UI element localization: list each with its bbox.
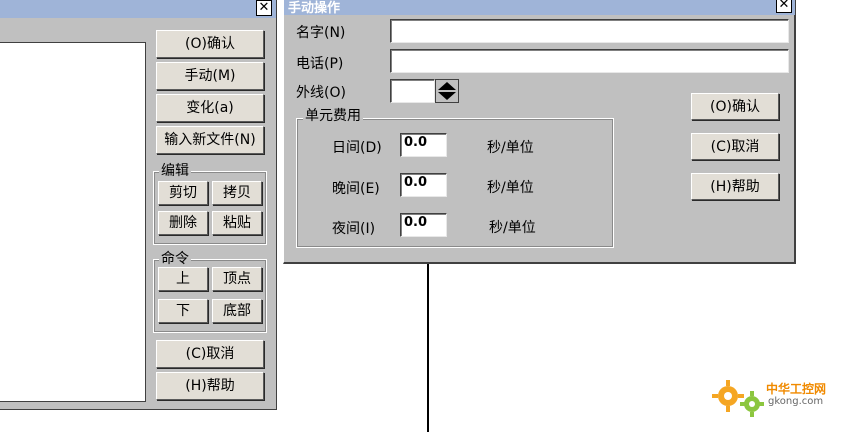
night-unit-label: 秒/单位 xyxy=(489,220,536,236)
manual-button[interactable]: 手动(M) xyxy=(156,62,264,90)
change-button[interactable]: 变化(a) xyxy=(156,94,264,122)
command-group-label: 命令 xyxy=(159,251,191,267)
up-button[interactable]: 上 xyxy=(158,267,208,291)
delete-button[interactable]: 删除 xyxy=(158,211,208,235)
night-rate-input[interactable]: 0.0 xyxy=(400,213,447,237)
day-unit-label: 秒/单位 xyxy=(487,140,534,156)
manual-dialog: 手动操作 ✕ 名字(N) 电话(P) 外线(O) 单元费用 日间(D) 0.0 … xyxy=(283,0,796,264)
copy-button[interactable]: 拷贝 xyxy=(212,181,262,205)
evening-rate-input[interactable]: 0.0 xyxy=(400,173,447,197)
day-rate-input[interactable]: 0.0 xyxy=(400,133,447,157)
outline-input[interactable] xyxy=(390,79,435,103)
close-icon[interactable]: ✕ xyxy=(776,0,792,13)
gear-icon xyxy=(712,380,764,417)
manual-dialog-titlebar xyxy=(284,0,795,15)
evening-unit-label: 秒/单位 xyxy=(487,180,534,196)
watermark-site: gkong.com xyxy=(768,396,824,407)
top-button[interactable]: 顶点 xyxy=(212,267,262,291)
spin-up-icon[interactable] xyxy=(438,82,456,90)
cancel-button[interactable]: (C)取消 xyxy=(691,133,779,160)
bottom-button[interactable]: 底部 xyxy=(212,299,262,323)
spin-down-icon[interactable] xyxy=(438,92,456,100)
paste-button[interactable]: 粘贴 xyxy=(212,211,262,235)
phone-input[interactable] xyxy=(390,49,789,73)
outline-label: 外线(O) xyxy=(296,85,346,101)
rate-group-label: 单元费用 xyxy=(303,108,363,124)
day-label: 日间(D) xyxy=(332,140,382,156)
down-button[interactable]: 下 xyxy=(158,299,208,323)
close-icon[interactable]: ✕ xyxy=(256,0,272,16)
name-label: 名字(N) xyxy=(296,25,346,41)
watermark-logo: 中华工控网 gkong.com xyxy=(712,374,842,422)
outline-spinner[interactable] xyxy=(435,79,459,103)
ok-button[interactable]: (O)确认 xyxy=(691,93,779,120)
help-button[interactable]: (H)帮助 xyxy=(156,372,264,400)
name-input[interactable] xyxy=(390,19,789,43)
left-dialog: ✕ (O)确认 手动(M) 变化(a) 输入新文件(N) 编辑 剪切 拷贝 删除… xyxy=(0,0,277,410)
help-button[interactable]: (H)帮助 xyxy=(691,173,779,200)
phone-label: 电话(P) xyxy=(296,56,344,72)
list-box[interactable] xyxy=(0,42,146,402)
edit-group-label: 编辑 xyxy=(159,163,191,179)
cut-button[interactable]: 剪切 xyxy=(158,181,208,205)
cancel-button[interactable]: (C)取消 xyxy=(156,340,264,368)
watermark-name: 中华工控网 xyxy=(766,382,827,396)
ok-button[interactable]: (O)确认 xyxy=(156,30,264,58)
new-file-button[interactable]: 输入新文件(N) xyxy=(156,126,264,154)
connector-line xyxy=(427,262,429,432)
night-label: 夜间(I) xyxy=(332,221,376,237)
dialog-title: 手动操作 xyxy=(288,1,341,16)
left-dialog-titlebar xyxy=(0,0,276,18)
evening-label: 晚间(E) xyxy=(332,181,380,197)
